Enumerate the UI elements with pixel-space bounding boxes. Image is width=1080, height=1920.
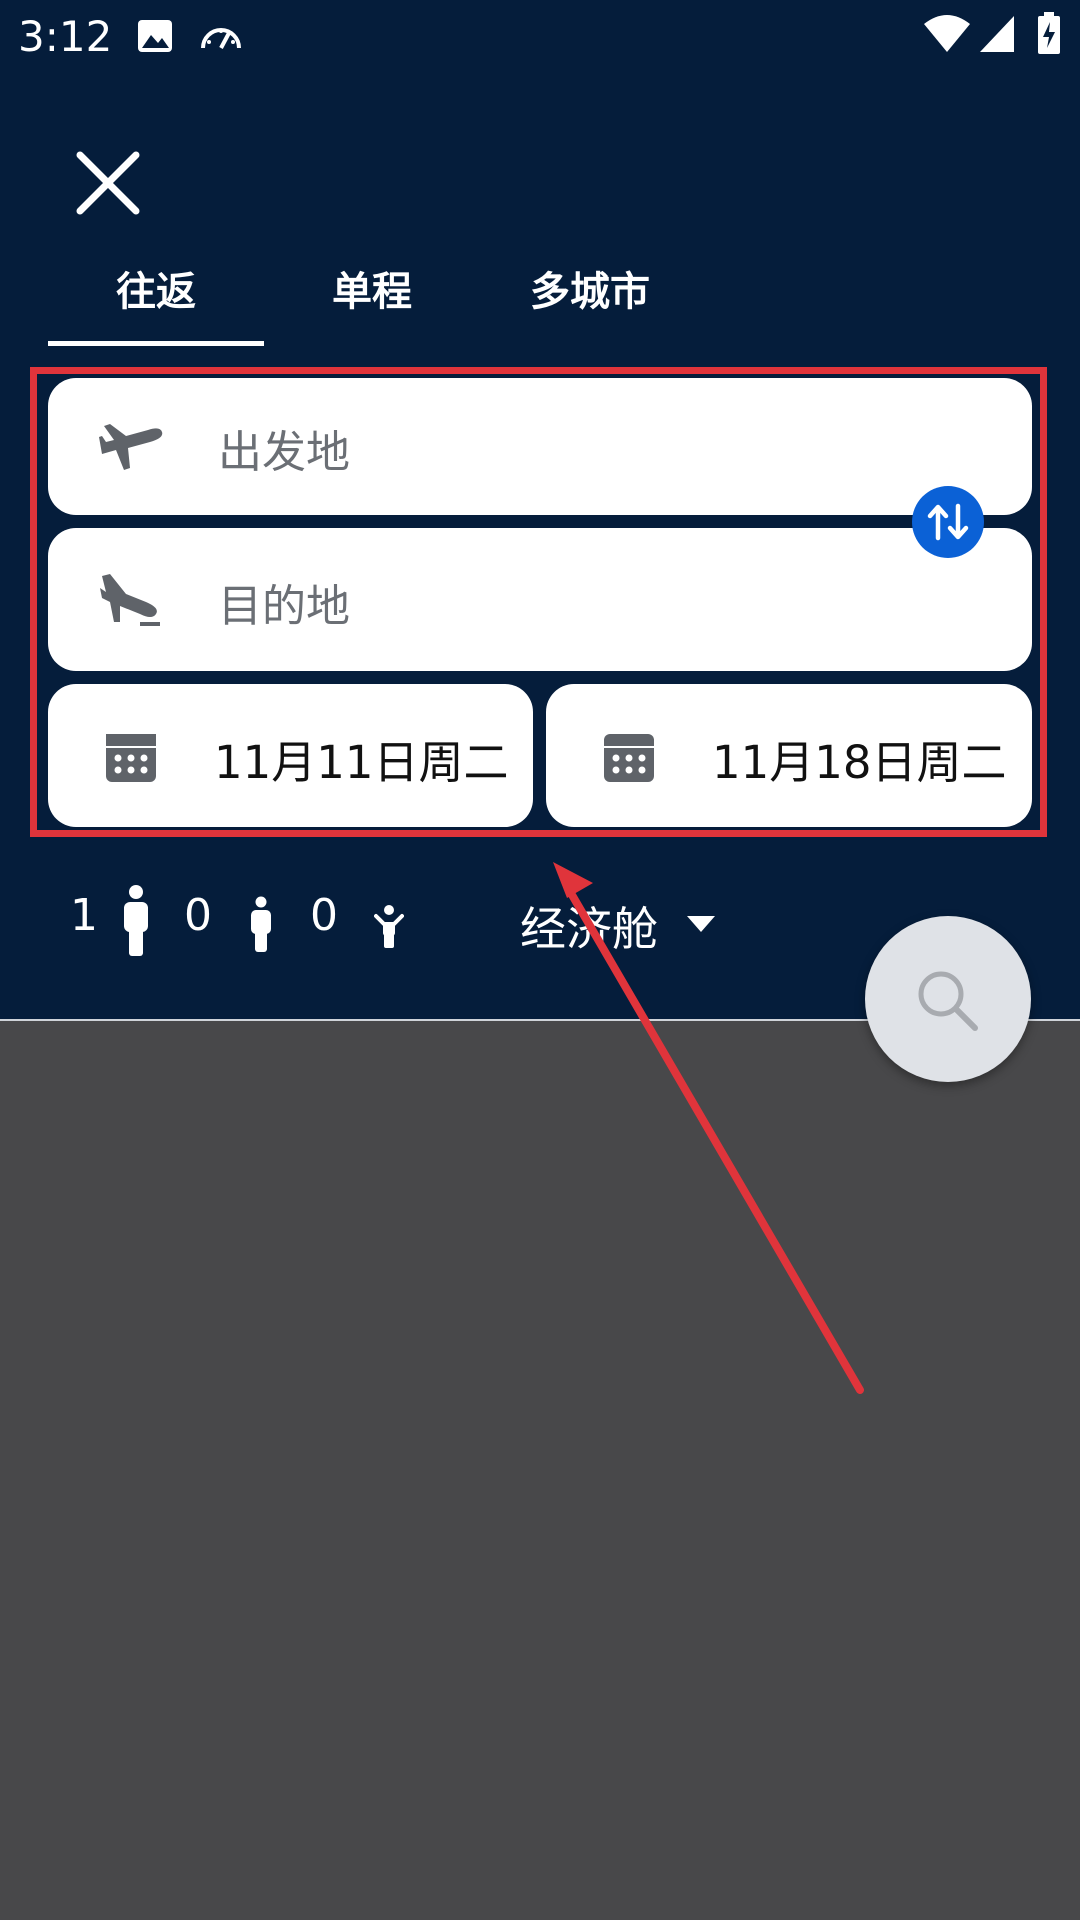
search-button[interactable] [865, 916, 1031, 1082]
landing-plane-icon [100, 574, 160, 626]
cabin-class-dropdown[interactable]: 经济舱 [510, 880, 730, 960]
destination-placeholder: 目的地 [218, 581, 350, 632]
origin-placeholder: 出发地 [218, 427, 350, 478]
tab-one-way[interactable]: 单程 [292, 262, 452, 322]
destination-field[interactable]: 目的地 [48, 528, 1032, 671]
tab-round-trip[interactable]: 往返 [48, 262, 264, 322]
return-date-text: 11月18日周二 [712, 736, 1007, 789]
calendar-icon [604, 734, 654, 782]
cabin-class-label: 经济舱 [520, 902, 658, 956]
depart-date-field[interactable]: 11月11日周二 [48, 684, 533, 827]
origin-field[interactable]: 出发地 [48, 378, 1032, 515]
active-tab-indicator [48, 341, 264, 346]
search-icon [918, 971, 978, 1031]
cell-signal-icon [980, 16, 1014, 52]
dimmed-background [0, 1021, 1080, 1920]
child-person-icon [251, 896, 271, 952]
wifi-icon [924, 15, 970, 52]
return-date-field[interactable]: 11月18日周二 [546, 684, 1032, 827]
gallery-icon [138, 20, 172, 52]
adult-person-icon [124, 885, 148, 956]
status-time: 3:12 [18, 12, 113, 61]
child-count: 0 [184, 890, 212, 941]
infant-person-icon [374, 905, 404, 948]
battery-icon [1038, 12, 1060, 54]
calendar-icon [106, 734, 156, 782]
dropdown-caret-icon [687, 916, 715, 932]
close-icon[interactable] [70, 145, 146, 221]
takeoff-plane-icon [99, 424, 163, 470]
infant-count: 0 [310, 890, 338, 941]
swap-button[interactable] [912, 486, 984, 558]
speedometer-icon [201, 28, 241, 49]
depart-date-text: 11月11日周二 [214, 736, 509, 789]
passenger-selector[interactable]: 1 0 0 [60, 880, 420, 960]
swap-vertical-icon [927, 503, 969, 541]
tab-multi-city[interactable]: 多城市 [505, 262, 675, 322]
adult-count: 1 [70, 890, 98, 941]
